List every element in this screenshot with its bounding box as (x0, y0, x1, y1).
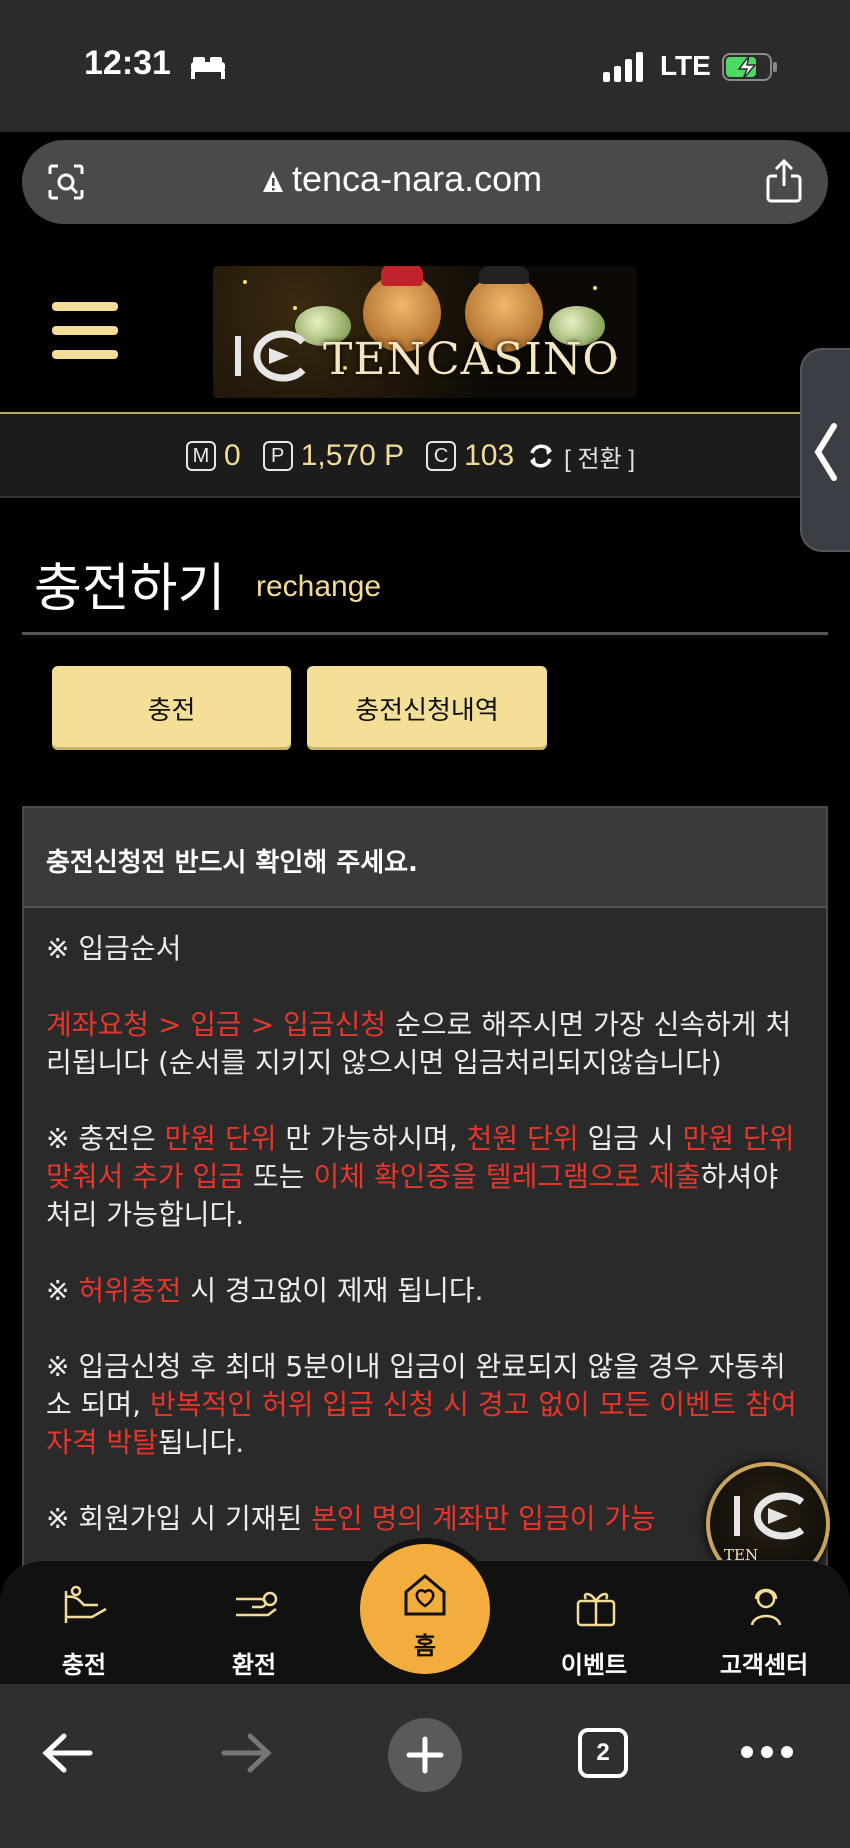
notice-line: ※ 충전은 만원 단위 만 가능하시며, 천원 단위 입금 시 만원 단위 맞춰… (46, 1120, 804, 1234)
logo-mark-icon (734, 1492, 805, 1540)
highlight-text: 만원 단위 (164, 1122, 277, 1155)
notice-body: ※ 입금순서 계좌요청 > 입금 > 입금신청 순으로 해주시면 가장 신속하게… (24, 908, 826, 1538)
highlight-text: 계좌요청 > 입금 > 입금신청 (46, 1008, 387, 1041)
notice-text: ※ (46, 1274, 79, 1307)
coin-icon: C (426, 441, 457, 471)
lens-icon[interactable] (46, 162, 86, 202)
forward-arrow-icon[interactable] (218, 1728, 274, 1778)
points-bar: M 0 P 1,570 P C 103 [ 전환 ] (0, 414, 850, 498)
notice-heading: 충전신청전 반드시 확인해 주세요. (24, 808, 826, 908)
money-icon: M (186, 441, 216, 471)
highlight-text: 허위충전 (78, 1274, 182, 1307)
site-logo[interactable]: TENCASINO (213, 266, 637, 398)
nav-charge[interactable]: 충전 (24, 1561, 144, 1685)
nav-exchange-label: 환전 (231, 1651, 277, 1679)
battery-charging-icon (722, 53, 777, 81)
nav-exchange[interactable]: 환전 (194, 1561, 314, 1685)
cellular-signal-icon (603, 52, 643, 82)
more-menu-icon[interactable] (740, 1744, 794, 1760)
convert-button[interactable]: [ 전환 ] (564, 439, 635, 474)
warning-icon (263, 171, 283, 192)
point-icon: P (262, 441, 293, 471)
plus-icon (406, 1736, 444, 1774)
notice-text: 됩니다. (157, 1426, 245, 1459)
share-icon[interactable] (764, 158, 804, 204)
notice-box: 충전신청전 반드시 확인해 주세요. ※ 입금순서 계좌요청 > 입금 > 입금… (22, 806, 828, 1566)
home-heart-icon (404, 1574, 446, 1616)
nav-support-label: 고객센터 (719, 1651, 809, 1679)
sleep-mode-icon (191, 57, 225, 79)
highlight-text: 본인 명의 계좌만 입금이 가능 (311, 1502, 656, 1535)
highlight-text: 천원 단위 (466, 1122, 579, 1155)
notice-line: ※ 입금신청 후 최대 5분이내 입금이 완료되지 않을 경우 자동취소 되며,… (46, 1348, 804, 1462)
money-value: 0 (224, 439, 241, 472)
nav-event[interactable]: 이벤트 (534, 1561, 654, 1685)
notice-text: 입금 시 (578, 1122, 683, 1155)
logo-text: TENCASINO (323, 334, 620, 385)
chevron-left-icon (814, 423, 837, 481)
notice-line: ※ 허위충전 시 경고없이 제재 됩니다. (46, 1272, 804, 1310)
nav-home-label: 홈 (413, 1632, 437, 1660)
site-header: TENCASINO (0, 246, 850, 414)
coin-value: 103 (464, 439, 515, 472)
side-panel-handle[interactable] (800, 348, 850, 552)
notice-text: 시 경고없이 제재 됩니다. (181, 1274, 484, 1307)
nav-event-label: 이벤트 (560, 1651, 628, 1679)
notice-text: ※ 충전은 (46, 1122, 165, 1155)
tab-switcher-button[interactable]: 2 (578, 1728, 628, 1778)
address-bar[interactable]: tenca-nara.com (22, 140, 828, 224)
nav-home-button[interactable]: 홈 (360, 1544, 490, 1674)
network-type: LTE (660, 50, 711, 81)
notice-line: 계좌요청 > 입금 > 입금신청 순으로 해주시면 가장 신속하게 처리됩니다 … (46, 1006, 804, 1082)
hamburger-menu-icon[interactable] (52, 302, 118, 359)
browser-toolbar: 2 (0, 1684, 850, 1848)
divider (22, 632, 828, 635)
support-agent-icon (750, 1588, 782, 1626)
page-title: 충전하기 (34, 559, 226, 619)
status-bar: 12:31 LTE (0, 0, 850, 132)
gift-icon (576, 1592, 616, 1627)
url-text[interactable]: tenca-nara.com (292, 158, 542, 200)
notice-text: 또는 (244, 1160, 314, 1193)
charge-hand-icon (64, 1585, 107, 1623)
notice-line: ※ 회원가입 시 기재된 본인 명의 계좌만 입금이 가능 (46, 1500, 804, 1538)
nav-charge-label: 충전 (61, 1651, 107, 1679)
refresh-icon[interactable] (526, 441, 556, 471)
notice-text: 만 가능하시며, (276, 1122, 467, 1155)
notice-text: ※ 회원가입 시 기재된 (46, 1502, 312, 1535)
exchange-hand-icon (236, 1591, 278, 1617)
tab-charge[interactable]: 충전 (52, 666, 291, 750)
logo-mark-icon (235, 330, 306, 382)
point-value: 1,570 P (300, 439, 405, 472)
notice-line: ※ 입금순서 (46, 932, 182, 965)
highlight-text: 이체 확인증을 텔레그램으로 제출 (313, 1160, 701, 1193)
new-tab-button[interactable] (388, 1718, 462, 1792)
status-time: 12:31 (84, 44, 171, 82)
back-arrow-icon[interactable] (40, 1728, 96, 1778)
tab-charge-history[interactable]: 충전신청내역 (307, 666, 547, 750)
page-subtitle: rechange (256, 570, 382, 603)
nav-support[interactable]: 고객센터 (704, 1561, 824, 1685)
